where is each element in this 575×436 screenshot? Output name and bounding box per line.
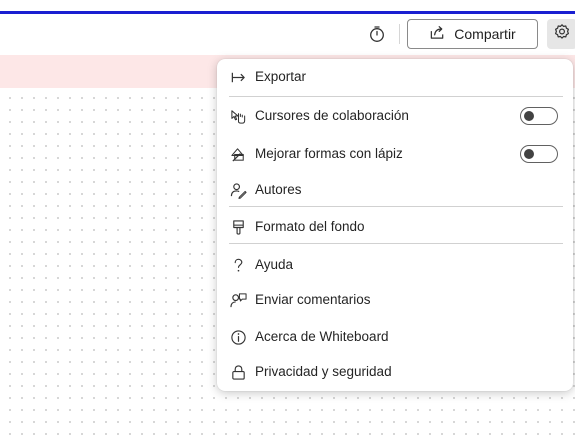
ink-shapes-icon [229,145,247,163]
export-arrow-icon [229,68,247,86]
menu-item-label: Acerca de Whiteboard [255,329,389,344]
toggle-knob [524,148,534,159]
menu-divider [229,206,563,207]
menu-item-feedback[interactable]: Enviar comentarios [217,282,573,318]
menu-item-label: Exportar [255,69,307,84]
lock-icon [229,363,247,381]
menu-item-label: Enviar comentarios [255,292,371,307]
timer-icon[interactable] [368,25,386,43]
menu-item-background-format[interactable]: Formato del fondo [217,209,573,245]
menu-divider [229,243,563,244]
paint-brush-icon [229,218,247,236]
share-button[interactable]: Compartir [407,19,538,49]
menu-item-help[interactable]: Ayuda [217,247,573,283]
menu-item-label: Cursores de colaboración [255,108,409,123]
menu-item-label: Mejorar formas con lápiz [255,146,403,161]
share-icon [429,24,446,44]
menu-item-collaboration-cursors[interactable]: Cursores de colaboración [217,98,573,134]
menu-item-ink-shapes[interactable]: Mejorar formas con lápiz [217,136,573,172]
collaboration-cursors-icon [229,107,247,125]
authors-icon [229,181,247,199]
menu-item-export[interactable]: Exportar [217,59,573,95]
top-toolbar: Compartir [0,14,575,55]
share-label: Compartir [454,26,516,42]
menu-item-label: Autores [255,182,302,197]
menu-item-privacy[interactable]: Privacidad y seguridad [217,354,573,390]
menu-item-about[interactable]: Acerca de Whiteboard [217,319,573,355]
feedback-icon [229,291,247,309]
collaboration-cursors-toggle[interactable] [520,107,558,125]
menu-divider [229,96,563,97]
window-top-strip [0,0,575,11]
help-icon [229,256,247,274]
gear-icon [553,23,571,46]
menu-item-label: Formato del fondo [255,219,365,234]
menu-item-authors[interactable]: Autores [217,172,573,208]
menu-item-label: Privacidad y seguridad [255,364,392,379]
settings-menu: Exportar Cursores de colaboración Mejora… [217,59,573,391]
info-icon [229,328,247,346]
settings-button[interactable] [547,19,575,49]
toolbar-divider [399,24,400,44]
ink-shapes-toggle[interactable] [520,145,558,163]
menu-item-label: Ayuda [255,257,294,272]
toggle-knob [524,110,534,121]
